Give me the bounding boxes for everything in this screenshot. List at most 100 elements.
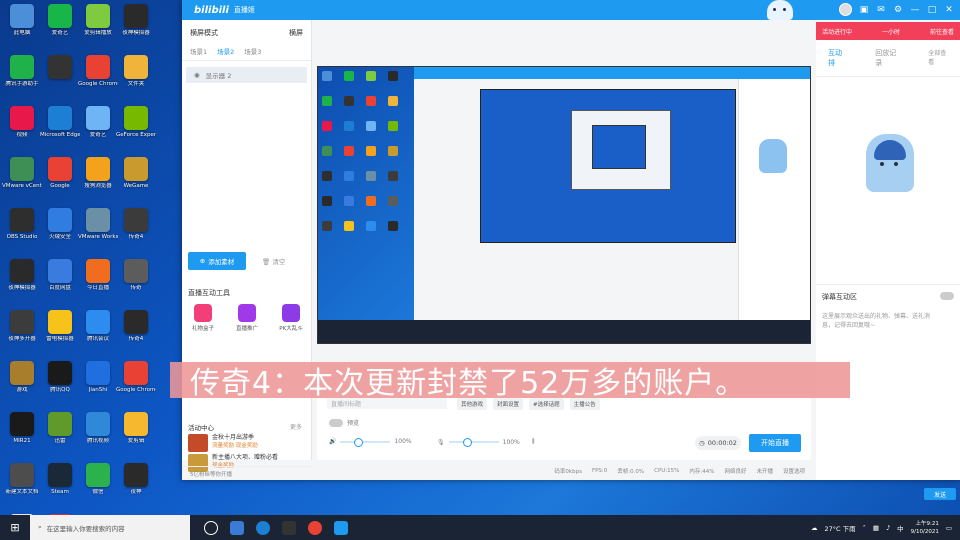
add-source-button[interactable]: ⊕ 添加素材 bbox=[188, 252, 246, 270]
tab-scene-3[interactable]: 场景3 bbox=[244, 46, 261, 56]
view-all-link[interactable]: 全部查看 bbox=[928, 48, 948, 68]
windows-start-icon[interactable]: ⊞ bbox=[0, 515, 30, 540]
notification-icon[interactable]: ▭ bbox=[946, 524, 952, 532]
mascot-head-icon bbox=[767, 0, 793, 20]
microphone-icon[interactable]: 🎙 bbox=[437, 439, 445, 446]
network-icon[interactable]: ▦ bbox=[873, 524, 879, 532]
send-button[interactable]: 发送 bbox=[924, 488, 956, 500]
edge-icon[interactable] bbox=[256, 520, 270, 535]
volume-icon[interactable]: ♪ bbox=[886, 524, 890, 532]
desktop-icon[interactable]: 搜狗浏览器 bbox=[78, 157, 118, 209]
desktop-icon[interactable]: 爱奇艺 bbox=[40, 4, 80, 56]
desktop-icon[interactable]: 视频 bbox=[2, 106, 42, 158]
desktop-icon[interactable]: 传奇4 bbox=[116, 310, 156, 362]
desktop-icon[interactable]: VMware vCenter bbox=[2, 157, 42, 209]
activity-banner[interactable]: 活动进行中 一小时 前往查看 bbox=[816, 22, 960, 40]
desktop-icon[interactable]: 百度网盘 bbox=[40, 259, 80, 311]
desktop-icon[interactable]: 迅雷 bbox=[40, 412, 80, 464]
desktop-icon[interactable]: 爱剪辑播放 bbox=[78, 4, 118, 56]
mail-icon[interactable]: ✉ bbox=[876, 5, 886, 15]
desktop-icon[interactable]: 游戏 bbox=[2, 361, 42, 413]
desktop-icon[interactable]: 雷电模拟器 bbox=[40, 310, 80, 362]
desktop-icon[interactable]: Microsoft Edge bbox=[40, 106, 80, 158]
preview-desktop-icon bbox=[366, 71, 376, 81]
app-icon bbox=[48, 106, 72, 130]
speaker-icon[interactable]: 🔊 bbox=[329, 438, 336, 445]
orientation-toggle[interactable]: 横屏 bbox=[289, 28, 303, 38]
weather-text[interactable]: 27°C 下雨 bbox=[824, 523, 855, 533]
clock[interactable]: 上午9:21 9/10/2021 bbox=[911, 520, 939, 536]
danmu-toggle[interactable] bbox=[940, 292, 954, 300]
mic-volume-slider[interactable] bbox=[448, 438, 499, 447]
start-stream-button[interactable]: 开始直播 bbox=[749, 434, 801, 452]
ime-icon[interactable]: 中 bbox=[897, 523, 904, 533]
speaker-volume-slider[interactable] bbox=[340, 437, 391, 447]
desktop-icon[interactable]: 微信 bbox=[78, 463, 118, 515]
desktop-icon[interactable]: 今日直播 bbox=[78, 259, 118, 311]
preview-desktop-icon bbox=[344, 171, 354, 181]
clear-button[interactable]: 🗑 清空 bbox=[262, 256, 285, 266]
desktop-icon[interactable]: GeForce Experience bbox=[116, 106, 156, 158]
chrome-icon[interactable] bbox=[308, 520, 322, 535]
taskbar-search[interactable]: ⌕ 在这里输入你要搜索的内容 bbox=[30, 515, 190, 540]
desktop-icon[interactable]: 夜神多开器 bbox=[2, 310, 42, 362]
desktop-icon[interactable]: WeGame bbox=[116, 157, 156, 209]
app-icon bbox=[48, 55, 72, 79]
maximize-icon[interactable]: □ bbox=[927, 5, 937, 15]
desktop-icon[interactable]: Google bbox=[40, 157, 80, 209]
desktop-icon[interactable]: MIR21 bbox=[2, 412, 42, 464]
minimize-icon[interactable]: — bbox=[910, 5, 920, 15]
desktop-icon[interactable]: 腾讯视频 bbox=[78, 412, 118, 464]
desktop-icon[interactable]: Steam bbox=[40, 463, 80, 515]
tab-scene-2[interactable]: 场景2 bbox=[217, 46, 234, 56]
desktop-icon[interactable]: 火绒安全 bbox=[40, 208, 80, 260]
desktop-icon[interactable]: 文件夹 bbox=[116, 55, 156, 107]
desktop-icon[interactable]: OBS Studio bbox=[2, 208, 42, 260]
desktop-icon[interactable]: Google Chrome bbox=[116, 361, 156, 413]
tool-item[interactable]: 礼物盒子 bbox=[188, 304, 218, 332]
tab-interaction[interactable]: 互动排 bbox=[828, 48, 845, 68]
mode-label[interactable]: 横屏模式 bbox=[190, 28, 218, 38]
banner-right[interactable]: 前往查看 bbox=[930, 27, 954, 36]
activity-item[interactable]: 金秋十月出游季 流量奖励 现金奖励 bbox=[188, 434, 308, 452]
settings-icon[interactable]: ⚙ bbox=[893, 5, 903, 15]
desktop-icon[interactable]: 夜神 bbox=[116, 463, 156, 515]
desktop-icon[interactable]: 传奇 bbox=[116, 259, 156, 311]
mixer-icon[interactable]: ⫼ bbox=[532, 438, 535, 446]
preview-label: 预览 bbox=[347, 420, 360, 427]
app-icon[interactable] bbox=[282, 520, 296, 535]
tool-item[interactable]: 直播推广 bbox=[232, 304, 262, 332]
desktop-icon[interactable] bbox=[40, 55, 80, 107]
window-icon[interactable] bbox=[230, 520, 244, 535]
desktop-icon[interactable]: 新建文本文档 bbox=[2, 463, 42, 515]
desktop-icon[interactable]: VMware Workstation bbox=[78, 208, 118, 260]
tab-scene-1[interactable]: 场景1 bbox=[190, 46, 207, 56]
close-icon[interactable]: ✕ bbox=[944, 5, 954, 15]
preview-desktop-icon bbox=[322, 221, 332, 231]
gift-icon[interactable]: ▣ bbox=[859, 5, 869, 15]
desktop-icon[interactable]: Google Chrome bbox=[78, 55, 118, 107]
app-icon bbox=[10, 4, 34, 28]
preview-toggle[interactable] bbox=[329, 418, 343, 427]
desktop-icon[interactable]: JianShi bbox=[78, 361, 118, 413]
desktop-icon[interactable]: 腾讯会议 bbox=[78, 310, 118, 362]
desktop-icon[interactable]: 此电脑 bbox=[2, 4, 42, 56]
eye-icon[interactable]: ◉ bbox=[194, 71, 200, 79]
bilibili-live-icon[interactable] bbox=[334, 520, 348, 535]
desktop-icon[interactable]: 爱奇艺 bbox=[78, 106, 118, 158]
activity-more-link[interactable]: 更多 bbox=[290, 422, 302, 431]
desktop-icon[interactable]: 传奇4 bbox=[116, 208, 156, 260]
tab-replay[interactable]: 回放记录 bbox=[875, 48, 898, 68]
tool-item[interactable]: PK大乱斗 bbox=[276, 304, 306, 332]
status-item: CPU:15% bbox=[654, 468, 680, 474]
source-item-display[interactable]: ◉ 显示器 2 bbox=[186, 67, 307, 83]
desktop-icon[interactable]: 夜神模拟器 bbox=[2, 259, 42, 311]
desktop-icon[interactable]: 腾讯手游助手 bbox=[2, 55, 42, 107]
task-view-icon[interactable] bbox=[204, 520, 218, 535]
stream-preview[interactable] bbox=[317, 66, 811, 344]
desktop-icon[interactable]: 夜神模拟器 bbox=[116, 4, 156, 56]
chevron-up-icon[interactable]: ˄ bbox=[863, 524, 866, 532]
desktop-icon[interactable]: 爱剪辑 bbox=[116, 412, 156, 464]
desktop-icon[interactable]: 腾讯QQ bbox=[40, 361, 80, 413]
avatar[interactable] bbox=[839, 3, 852, 16]
